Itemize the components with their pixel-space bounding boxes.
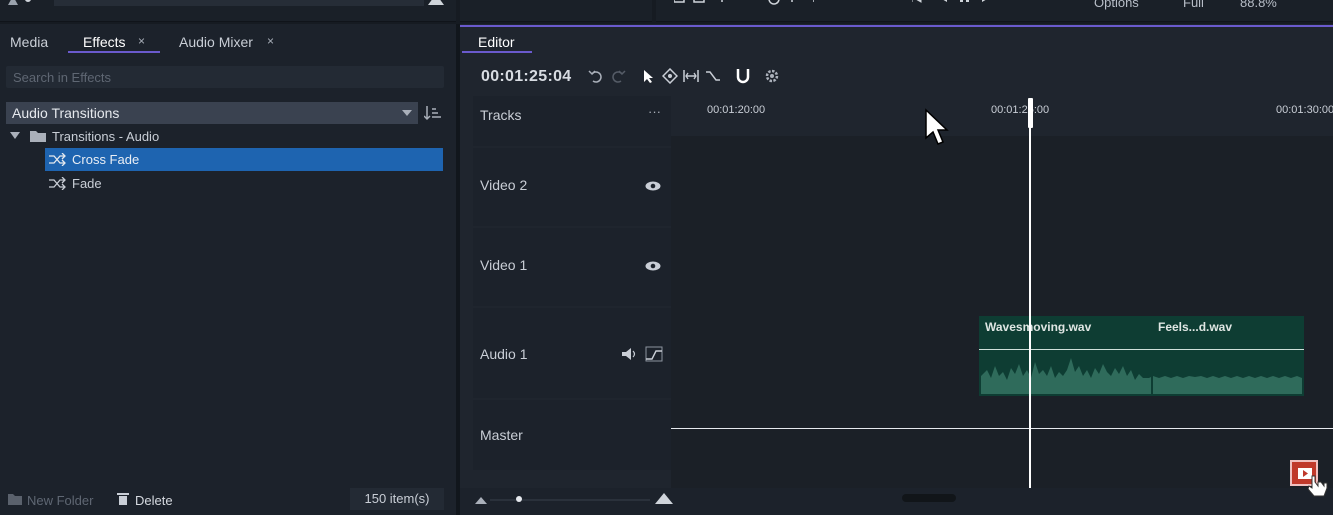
left-top-bar	[0, 0, 456, 22]
razor-tool-icon[interactable]	[662, 68, 678, 84]
options-menu[interactable]: Options	[1094, 0, 1139, 10]
ruler-tick-label: 00:01:20:00	[707, 104, 766, 116]
hand-pointer-icon	[1308, 475, 1328, 497]
eye-visibility-icon[interactable]	[645, 261, 661, 271]
close-audio-mixer-tab-icon[interactable]: ×	[267, 34, 274, 48]
zoom-in-icon[interactable]	[655, 491, 673, 505]
active-panel-indicator	[460, 25, 1333, 27]
category-label: Audio Transitions	[12, 105, 120, 121]
timeline-zoom-bar	[460, 488, 1333, 515]
track-label: Master	[480, 427, 523, 443]
delete-button[interactable]: Delete	[135, 493, 173, 508]
lane-video-2[interactable]	[671, 148, 1333, 224]
zoom-max-icon[interactable]	[428, 0, 444, 6]
tab-editor[interactable]: Editor	[478, 34, 515, 50]
horizontal-scrollbar[interactable]	[902, 494, 956, 502]
category-dropdown[interactable]: Audio Transitions	[6, 102, 418, 124]
ruler-tick-label: 00:01:30:00	[1276, 104, 1333, 116]
preview-tools-icons[interactable]	[674, 0, 814, 6]
track-label: Video 2	[480, 177, 528, 193]
timecode-display[interactable]: 00:01:25:04	[481, 68, 571, 86]
track-header-video-2[interactable]: Video 2	[473, 148, 671, 226]
new-folder-icon	[8, 494, 22, 505]
mouse-cursor-icon	[925, 108, 949, 145]
clip-name-wavesmoving: Wavesmoving.wav	[985, 320, 1092, 334]
active-tab-indicator	[462, 51, 532, 53]
audio-clip-region[interactable]: Wavesmoving.wav Feels...d.wav	[979, 316, 1304, 396]
effects-panel: Media Effects × Audio Mixer × Audio Tran…	[0, 26, 456, 515]
master-volume-line	[671, 428, 1333, 429]
chevron-down-icon	[402, 110, 412, 116]
time-ruler[interactable]: 00:01:20:00 00:01:25:00 00:01:30:00	[671, 96, 1333, 136]
transition-icon	[49, 177, 66, 190]
top-toolbar-strip: Options Full 88.8%	[0, 0, 1333, 24]
panel-footer: New Folder Delete 150 item(s)	[0, 484, 456, 515]
tab-media[interactable]: Media	[10, 34, 48, 50]
more-options-icon[interactable]: ···	[648, 104, 661, 119]
eye-visibility-icon[interactable]	[645, 181, 661, 191]
track-header-audio-1[interactable]: Audio 1	[473, 308, 671, 398]
track-label: Video 1	[480, 257, 528, 273]
volume-envelope-icon[interactable]	[645, 346, 663, 362]
active-tab-indicator	[68, 51, 160, 53]
trash-icon	[117, 493, 129, 505]
new-folder-button[interactable]: New Folder	[27, 493, 93, 508]
tab-audio-mixer[interactable]: Audio Mixer	[179, 34, 253, 50]
slip-tool-icon[interactable]	[683, 68, 699, 84]
zoom-out-icon[interactable]	[475, 495, 487, 505]
folder-label: Transitions - Audio	[52, 129, 160, 144]
track-header-master[interactable]: Master	[473, 400, 671, 470]
close-effects-tab-icon[interactable]: ×	[138, 34, 145, 48]
lane-video-1[interactable]	[671, 228, 1333, 304]
list-item-cross-fade[interactable]: Cross Fade	[45, 148, 443, 171]
undo-icon[interactable]	[588, 68, 604, 84]
transport-controls-icon[interactable]	[912, 0, 992, 6]
zoom-slider-icon[interactable]	[8, 0, 38, 8]
quality-menu[interactable]: Full	[1183, 0, 1204, 10]
redo-icon[interactable]	[610, 68, 626, 84]
list-item-label: Fade	[72, 176, 102, 191]
transition-icon	[49, 153, 66, 166]
zoom-slider-track[interactable]	[490, 499, 650, 501]
search-input[interactable]	[6, 66, 444, 88]
tab-effects[interactable]: Effects	[83, 34, 126, 50]
preview-toolbar: Options Full 88.8%	[656, 0, 1333, 22]
sort-icon[interactable]	[424, 104, 442, 122]
list-item-label: Cross Fade	[72, 152, 140, 167]
tracks-header: Tracks ···	[473, 96, 671, 146]
playhead[interactable]	[1029, 100, 1031, 489]
folder-transitions-audio[interactable]: Transitions - Audio	[10, 126, 440, 148]
playhead-handle[interactable]	[1028, 98, 1033, 128]
select-tool-icon[interactable]	[641, 68, 657, 84]
zoom-level[interactable]: 88.8%	[1240, 0, 1277, 10]
tracks-header-label: Tracks	[480, 107, 522, 123]
snapping-magnet-icon[interactable]	[735, 68, 751, 84]
ruler-tick-label: 00:01:25:00	[991, 104, 1050, 116]
zoom-slider-handle[interactable]	[516, 496, 522, 502]
clip-name-feels: Feels...d.wav	[1158, 320, 1233, 334]
list-item-fade[interactable]: Fade	[45, 172, 443, 194]
track-header-video-1[interactable]: Video 1	[473, 228, 671, 306]
speaker-icon[interactable]	[622, 348, 636, 360]
clip-volume-line	[979, 349, 1304, 350]
search-effects-field[interactable]	[6, 66, 444, 88]
keyframe-tool-icon[interactable]	[705, 68, 721, 84]
expand-triangle-icon[interactable]	[10, 132, 20, 140]
folder-icon	[30, 131, 46, 142]
item-count: 150 item(s)	[350, 488, 444, 510]
track-label: Audio 1	[480, 346, 528, 362]
settings-gear-icon[interactable]	[764, 68, 780, 84]
